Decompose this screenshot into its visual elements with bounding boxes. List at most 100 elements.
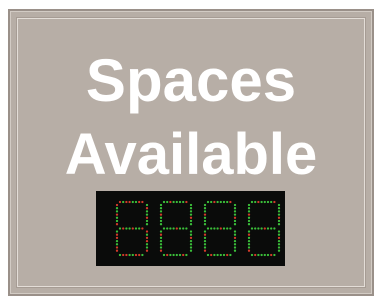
led-dot [257,200,260,204]
led-dot [145,239,149,243]
led-dot [277,249,281,252]
led-dot [254,253,257,257]
led-dot [159,213,163,216]
led-dot [260,200,263,204]
led-dot [233,203,237,207]
led-dot [145,216,149,219]
led-dot [226,227,229,230]
led-dot [178,200,182,204]
led-dot [145,213,149,216]
led-dot [219,227,222,230]
led-dot [189,219,193,223]
led-dot [263,200,266,204]
led-dot [185,253,188,257]
led-dot [145,219,149,223]
led-dot [128,253,131,257]
led-dot [247,213,251,216]
led-dot [260,227,263,230]
led-dot [233,230,237,233]
led-dot [115,219,119,223]
led-dot [118,200,122,204]
led-dot [189,233,193,236]
led-dot [254,227,257,230]
led-dot [206,253,210,257]
led-dot [189,236,193,240]
led-dot [222,200,226,204]
led-dot [115,213,119,216]
led-dot [125,200,128,204]
led-dot [145,207,149,210]
led-dot [277,243,281,246]
led-dot [250,227,254,230]
led-dot [206,200,210,204]
led-dot [145,203,149,207]
led-dot [216,200,219,204]
sign-title-line-1: Spaces [85,47,297,114]
led-dot [247,239,251,243]
led-dot [233,233,237,236]
led-dot [233,236,237,240]
led-dot [203,239,207,243]
led-dot [189,213,193,216]
led-dot [247,249,251,252]
led-dot [172,253,175,257]
led-dot [115,203,119,207]
led-dot [203,207,207,210]
led-dot [266,253,270,257]
led-dot [233,219,237,223]
led-dot [131,253,134,257]
led-dot [213,227,216,230]
led-dot [122,200,125,204]
led-dot [115,243,119,246]
led-dot [159,243,163,246]
led-dot [169,253,172,257]
led-dot [233,223,237,226]
led-dot [162,253,166,257]
led-dot [277,239,281,243]
led-dot [203,236,207,240]
led-dot [169,227,172,230]
led-dot [166,227,169,230]
led-dot [115,233,119,236]
led-dot [115,246,119,249]
led-dot [159,210,163,213]
led-dot [257,253,260,257]
led-display [96,191,285,266]
led-dot [229,200,232,204]
led-dot [216,253,219,257]
led-dot [138,200,141,204]
led-dot [263,253,266,257]
led-dot [210,227,213,230]
led-dot [122,253,125,257]
led-dot [138,253,141,257]
led-dot [277,223,281,226]
led-dot [134,227,138,230]
led-dot [277,216,281,219]
led-dot [175,200,178,204]
led-dot [159,239,163,243]
led-dot [189,223,193,226]
led-dot [273,253,276,257]
led-dot [162,200,166,204]
led-dot [118,253,122,257]
led-dot [189,249,193,252]
led-dot [145,246,149,249]
led-dot [115,239,119,243]
led-dot [159,203,163,207]
sign-title-line-2: Available [64,122,318,187]
led-dot [277,213,281,216]
led-dot [277,207,281,210]
led-dot [203,223,207,226]
led-dot [250,200,254,204]
led-dot [189,210,193,213]
led-dot [134,253,138,257]
led-dot [159,246,163,249]
led-dot [247,230,251,233]
led-dot [141,227,144,230]
led-dot [277,246,281,249]
led-dot [189,216,193,219]
led-dot [270,227,273,230]
led-dot [222,253,226,257]
led-dot [159,233,163,236]
led-dot [189,243,193,246]
